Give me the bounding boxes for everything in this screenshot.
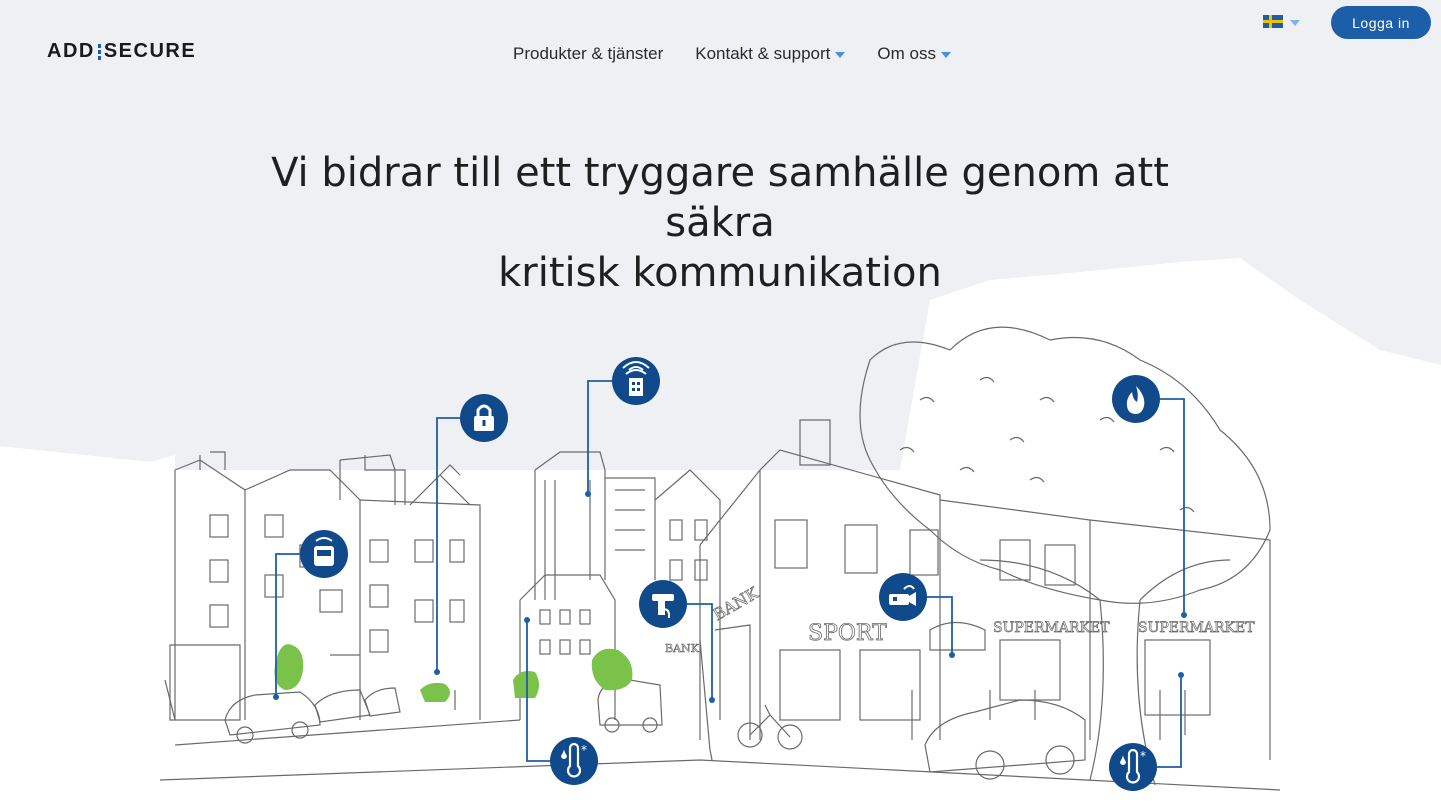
atm-icon bbox=[639, 580, 687, 628]
hero-title-line1: Vi bidrar till ett tryggare samhälle gen… bbox=[271, 150, 1169, 246]
svg-text:*: * bbox=[581, 743, 587, 757]
city-illustration: SPORT SUPERMARKET SUPERMARKET BANK BANK bbox=[0, 258, 1441, 811]
chevron-down-icon bbox=[940, 52, 951, 58]
nav-item-label: Kontakt & support bbox=[695, 44, 831, 63]
bus-icon bbox=[300, 530, 348, 578]
nav-item-products[interactable]: Produkter & tjänster bbox=[513, 44, 663, 64]
addsecure-logo[interactable]: ADD SECURE bbox=[47, 40, 196, 63]
building-wifi-icon bbox=[612, 357, 660, 405]
fire-icon bbox=[1112, 375, 1160, 423]
sign-supermarket-1: SUPERMARKET bbox=[993, 620, 1110, 636]
nav-item-about[interactable]: Om oss bbox=[877, 44, 951, 64]
svg-text:*: * bbox=[1140, 749, 1146, 763]
logo-dots-icon bbox=[97, 43, 101, 60]
sweden-flag-icon bbox=[1263, 15, 1283, 28]
language-selector[interactable] bbox=[1263, 15, 1300, 28]
nav-item-contact-support[interactable]: Kontakt & support bbox=[695, 44, 846, 64]
chevron-down-icon bbox=[1290, 19, 1300, 26]
nav-item-label: Produkter & tjänster bbox=[513, 44, 664, 63]
site-header: ADD SECURE Produkter & tjänster Kontakt … bbox=[0, 0, 1441, 100]
thermometer-icon: * bbox=[550, 737, 598, 785]
sign-sport: SPORT bbox=[808, 621, 887, 646]
camera-icon bbox=[879, 573, 927, 621]
lock-icon bbox=[460, 394, 508, 442]
nav-item-label: Om oss bbox=[877, 44, 936, 63]
chevron-down-icon bbox=[835, 52, 846, 58]
sign-supermarket-2: SUPERMARKET bbox=[1138, 620, 1255, 636]
sign-bank-2: BANK bbox=[665, 642, 700, 655]
login-button[interactable]: Logga in bbox=[1331, 6, 1431, 39]
logo-text-add: ADD bbox=[47, 40, 95, 62]
logo-text-secure: SECURE bbox=[103, 40, 197, 62]
main-nav: Produkter & tjänster Kontakt & support O… bbox=[513, 44, 983, 64]
thermometer-icon: * bbox=[1109, 743, 1157, 791]
